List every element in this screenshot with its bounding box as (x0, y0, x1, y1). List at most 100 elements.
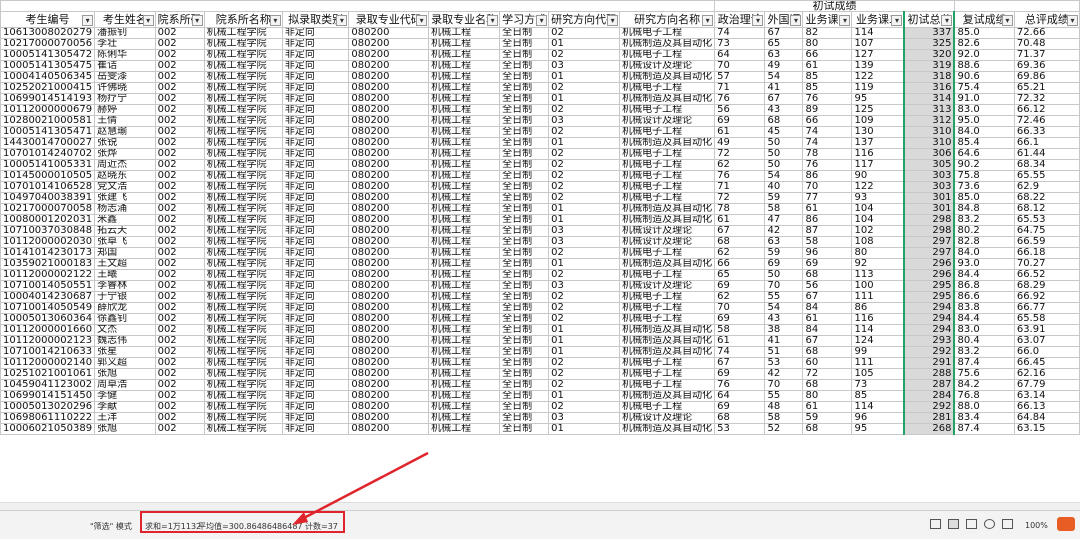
table-cell[interactable]: 03 (548, 280, 621, 292)
table-cell[interactable]: 66 (802, 49, 853, 61)
table-cell[interactable]: 293 (903, 335, 956, 347)
table-cell[interactable]: 机械制造及其自动化 (619, 214, 716, 226)
table-cell[interactable]: 002 (154, 225, 205, 237)
table-cell[interactable]: 76 (714, 379, 766, 391)
table-cell[interactable]: 机械工程 (428, 115, 501, 127)
table-cell[interactable]: 116 (851, 148, 905, 160)
table-cell[interactable]: 02 (548, 181, 621, 193)
table-cell[interactable]: 85 (802, 82, 853, 94)
table-cell[interactable]: 68.29 (1013, 280, 1080, 292)
table-cell[interactable]: 10280021000581 (0, 115, 96, 127)
table-cell[interactable]: 295 (903, 291, 956, 303)
table-cell[interactable]: 002 (154, 357, 205, 369)
table-cell[interactable]: 080200 (348, 346, 430, 358)
table-cell[interactable]: 非定向 (281, 137, 350, 149)
table-cell[interactable]: 139 (851, 60, 905, 72)
table-cell[interactable]: 86 (802, 170, 853, 182)
column-header[interactable]: 初试总分 (903, 11, 956, 28)
table-cell[interactable]: 76 (802, 93, 853, 105)
table-cell[interactable]: 10613008020279 (0, 27, 96, 39)
table-cell[interactable]: 62 (714, 247, 766, 259)
table-cell[interactable]: 机械工程 (428, 27, 501, 39)
table-cell[interactable]: 非定向 (281, 247, 350, 259)
table-cell[interactable]: 310 (903, 137, 956, 149)
table-cell[interactable]: 82.8 (953, 236, 1015, 248)
table-cell[interactable]: 54 (764, 170, 804, 182)
table-cell[interactable]: 非定向 (281, 104, 350, 116)
table-cell[interactable]: 002 (154, 214, 205, 226)
table-cell[interactable]: 75.8 (953, 170, 1015, 182)
table-cell[interactable]: 66.45 (1013, 357, 1080, 369)
table-cell[interactable]: 01 (548, 346, 621, 358)
table-cell[interactable]: 机械工程 (428, 368, 501, 380)
table-cell[interactable]: 机械电子工程 (619, 126, 716, 138)
table-cell[interactable]: 10005141305471 (0, 126, 96, 138)
table-cell[interactable]: 002 (154, 401, 205, 413)
table-cell[interactable]: 10701014240702 (0, 148, 96, 160)
table-cell[interactable]: 002 (154, 258, 205, 270)
table-cell[interactable]: 薛欣龙 (94, 302, 156, 314)
column-header[interactable]: 政治理论 (714, 11, 766, 28)
table-cell[interactable]: 机械制造及其自动化 (619, 324, 716, 336)
table-cell[interactable]: 91.0 (953, 93, 1015, 105)
table-cell[interactable]: 非定向 (281, 115, 350, 127)
column-header[interactable]: 研究方向代码 (548, 11, 621, 28)
table-cell[interactable]: 10005141305475 (0, 60, 96, 72)
column-header[interactable]: 录取专业名称 (428, 11, 501, 28)
table-cell[interactable]: 337 (903, 27, 956, 39)
table-cell[interactable]: 65.55 (1013, 170, 1080, 182)
table-cell[interactable]: 机械设计及理论 (619, 280, 716, 292)
table-cell[interactable]: 机械工程学院 (203, 71, 283, 83)
table-cell[interactable]: 机械制造及其自动化 (619, 203, 716, 215)
table-cell[interactable]: 002 (154, 38, 205, 50)
table-cell[interactable]: 机械电子工程 (619, 379, 716, 391)
table-cell[interactable]: 张烨 (94, 148, 156, 160)
table-cell[interactable]: 63.07 (1013, 335, 1080, 347)
table-cell[interactable]: 全日制 (499, 401, 550, 413)
table-cell[interactable]: 机械工程 (428, 390, 501, 402)
table-cell[interactable]: 机械工程学院 (203, 247, 283, 259)
table-cell[interactable]: 296 (903, 258, 956, 270)
table-cell[interactable]: 96 (802, 247, 853, 259)
table-cell[interactable]: 95.0 (953, 115, 1015, 127)
table-cell[interactable]: 63.14 (1013, 390, 1080, 402)
table-cell[interactable]: 64 (714, 390, 766, 402)
table-cell[interactable]: 080200 (348, 335, 430, 347)
table-cell[interactable]: 全日制 (499, 302, 550, 314)
table-cell[interactable]: 114 (851, 27, 905, 39)
table-cell[interactable]: 68 (802, 379, 853, 391)
table-cell[interactable]: 机械工程学院 (203, 368, 283, 380)
table-cell[interactable]: 109 (851, 115, 905, 127)
table-cell[interactable]: 机械工程 (428, 137, 501, 149)
table-cell[interactable]: 机械工程 (428, 214, 501, 226)
table-cell[interactable]: 全日制 (499, 379, 550, 391)
table-cell[interactable]: 85.4 (953, 137, 1015, 149)
table-cell[interactable]: 78 (714, 203, 766, 215)
table-cell[interactable]: 机械工程学院 (203, 126, 283, 138)
table-cell[interactable]: 74 (802, 126, 853, 138)
table-cell[interactable]: 002 (154, 302, 205, 314)
table-cell[interactable]: 10006021050389 (0, 423, 96, 435)
table-cell[interactable]: 080200 (348, 401, 430, 413)
table-cell[interactable]: 319 (903, 60, 956, 72)
table-cell[interactable]: 85 (802, 71, 853, 83)
column-header[interactable]: 考生姓名 (94, 11, 156, 28)
table-cell[interactable]: 机械制造及其自动化 (619, 71, 716, 83)
table-cell[interactable]: 李睿林 (94, 280, 156, 292)
table-cell[interactable]: 296 (903, 269, 956, 281)
table-cell[interactable]: 机械电子工程 (619, 148, 716, 160)
table-cell[interactable]: 99 (851, 346, 905, 358)
table-cell[interactable]: 297 (903, 236, 956, 248)
table-cell[interactable]: 全日制 (499, 324, 550, 336)
table-cell[interactable]: 机械工程学院 (203, 192, 283, 204)
table-cell[interactable]: 48 (764, 401, 804, 413)
table-cell[interactable]: 机械工程 (428, 346, 501, 358)
table-cell[interactable]: 108 (851, 236, 905, 248)
column-header[interactable]: 院系所码 (154, 11, 205, 28)
table-cell[interactable]: 119 (851, 82, 905, 94)
table-cell[interactable]: 080200 (348, 247, 430, 259)
table-cell[interactable]: 10004014230687 (0, 291, 96, 303)
table-cell[interactable]: 130 (851, 126, 905, 138)
table-cell[interactable]: 49 (714, 137, 766, 149)
table-cell[interactable]: 76.8 (953, 390, 1015, 402)
